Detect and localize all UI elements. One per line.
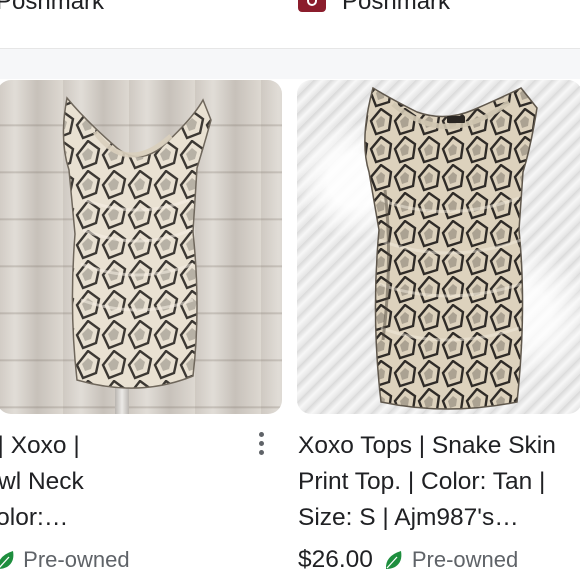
more-vertical-icon[interactable] (255, 432, 267, 458)
leaf-icon (0, 551, 14, 569)
product-title-snake-skin[interactable]: Xoxo Tops | Snake Skin Print Top. | Colo… (298, 428, 580, 536)
snake-print-top-illustration (62, 96, 212, 389)
poshmark-logo-icon (298, 0, 326, 12)
title-line: hon Cowl Neck (0, 468, 84, 495)
snake-print-top-illustration (364, 86, 538, 410)
title-line: Xoxo Tops | Snake Skin (298, 432, 556, 459)
leaf-icon (386, 551, 402, 569)
product-image-cowl-neck[interactable] (0, 80, 282, 414)
condition-label: Pre-owned (23, 547, 130, 572)
source-label-left[interactable]: Poshmark (0, 0, 104, 16)
product-price: $26.00 (298, 546, 373, 573)
product-card-snake-skin[interactable]: Xoxo Tops | Snake Skin Print Top. | Colo… (297, 80, 580, 580)
title-line: Print Top. | Color: Tan | (298, 468, 546, 495)
product-title-cowl-neck[interactable]: o Tops | Xoxo | hon Cowl Neck use | Colo… (0, 428, 259, 536)
title-line: use | Color:… (0, 504, 69, 531)
source-label-right[interactable]: Poshmark (342, 0, 450, 16)
title-line: Size: S | Ajm987's… (298, 504, 519, 531)
price-row: $26.00 Pre-owned (298, 546, 518, 580)
results-separator (0, 49, 580, 79)
previous-results-row: Poshmark Poshmark (0, 0, 580, 49)
title-line: o Tops | Xoxo | (0, 432, 80, 459)
shopping-results-viewport: Poshmark Poshmark o Tops | Xo (0, 0, 580, 580)
product-card-cowl-neck[interactable]: o Tops | Xoxo | hon Cowl Neck use | Colo… (0, 80, 282, 580)
price-row: 00 Pre-owned (0, 546, 130, 580)
product-image-snake-skin[interactable] (297, 80, 580, 414)
condition-label: Pre-owned (411, 547, 519, 572)
